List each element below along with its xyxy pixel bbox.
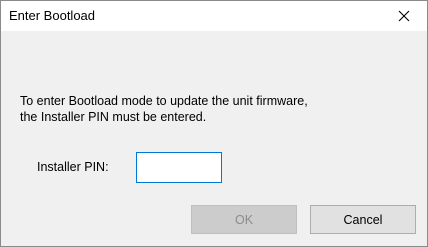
close-button[interactable] xyxy=(381,1,427,31)
title-bar: Enter Bootload xyxy=(1,1,427,31)
installer-pin-label: Installer PIN: xyxy=(37,160,109,174)
cancel-button[interactable]: Cancel xyxy=(310,205,416,234)
enter-bootload-dialog: Enter Bootload To enter Bootload mode to… xyxy=(0,0,428,247)
installer-pin-input[interactable] xyxy=(136,152,222,183)
instruction-line-2: the Installer PIN must be entered. xyxy=(20,110,207,124)
instruction-line-1: To enter Bootload mode to update the uni… xyxy=(20,94,308,108)
close-icon xyxy=(398,10,410,22)
window-title: Enter Bootload xyxy=(9,8,96,23)
ok-button[interactable]: OK xyxy=(191,205,297,234)
instruction-message: To enter Bootload mode to update the uni… xyxy=(20,93,420,125)
